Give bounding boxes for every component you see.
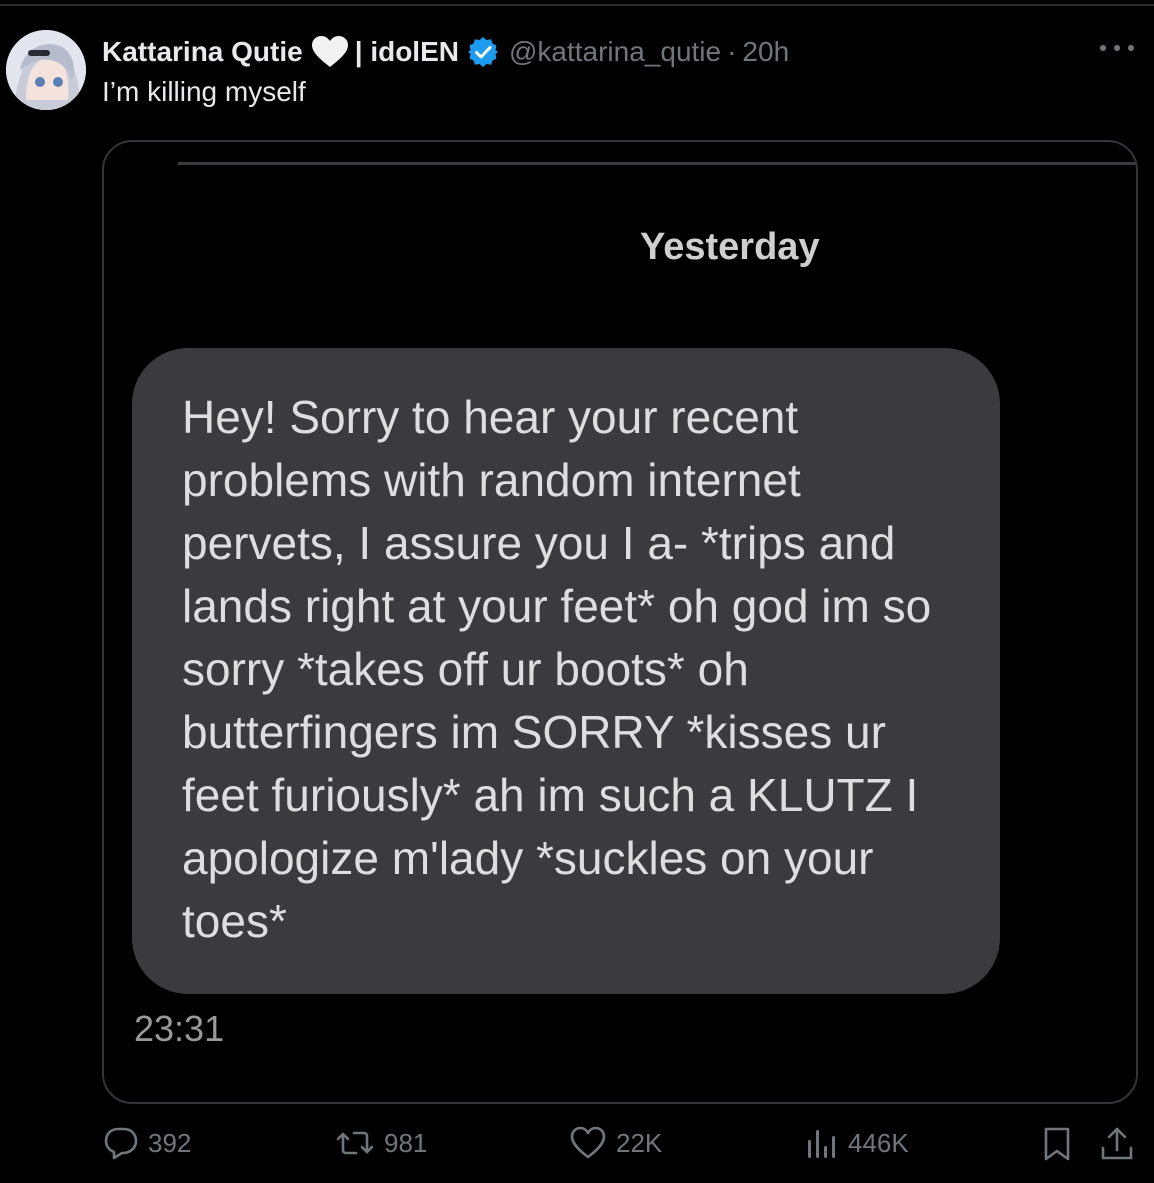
display-name[interactable]: Kattarina Qutie [102,36,303,68]
like-icon [570,1126,606,1159]
share-icon [1101,1127,1133,1160]
author-handle[interactable]: @kattarina_qutie [509,36,721,68]
conversation-date-label: Yesterday [640,226,820,268]
views-button[interactable]: 446K [806,1126,909,1160]
white-heart-icon [311,35,349,69]
repost-icon [336,1131,374,1155]
bookmark-button[interactable] [1042,1126,1072,1162]
message-text: Hey! Sorry to hear your recent problems … [182,391,932,947]
message-timestamp: 23:31 [134,1008,225,1049]
more-icon[interactable] [1100,38,1134,58]
reply-button[interactable]: 392 [104,1126,191,1160]
bookmark-icon [1044,1127,1070,1161]
avatar-image [6,30,86,110]
repost-count: 981 [384,1127,428,1158]
verified-badge-icon[interactable] [467,36,499,68]
like-button[interactable]: 22K [570,1126,662,1160]
top-divider [0,4,1154,6]
views-icon [808,1130,835,1158]
screenshot-divider [178,162,1136,165]
post-header: Kattarina Qutie | idolEN @kattarina_quti… [102,32,789,72]
post-time[interactable]: 20h [742,36,789,68]
meta-separator: · [727,36,737,67]
action-bar: 392 981 22K 446K [0,1120,1154,1174]
attached-image[interactable]: Yesterday Hey! Sorry to hear your recent… [102,140,1138,1104]
reply-icon [104,1127,138,1160]
like-count: 22K [616,1127,663,1158]
reply-count: 392 [148,1127,192,1158]
repost-button[interactable]: 981 [336,1126,427,1160]
share-button[interactable] [1100,1126,1134,1162]
avatar[interactable] [6,30,86,110]
view-count: 446K [848,1127,909,1158]
message-bubble: Hey! Sorry to hear your recent problems … [132,348,1000,994]
display-name-suffix[interactable]: | idolEN [355,36,459,68]
post-text: I’m killing myself [102,76,306,107]
